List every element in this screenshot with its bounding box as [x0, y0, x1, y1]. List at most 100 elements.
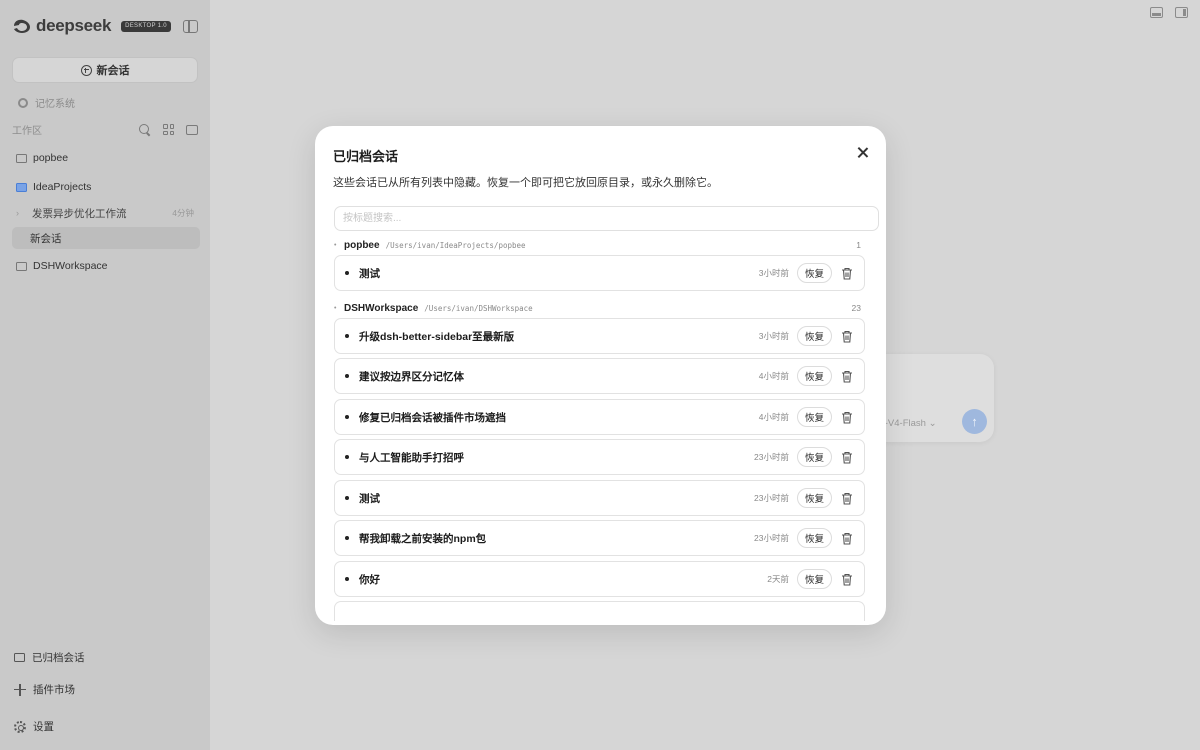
archived-item: 升级dsh-better-sidebar至最新版 3小时前 恢复 [334, 318, 865, 354]
sidebar-toggle-icon[interactable] [183, 20, 198, 33]
archived-item-partial [334, 601, 865, 621]
group-name: DSHWorkspace [344, 302, 419, 314]
window-controls [1150, 7, 1188, 18]
send-button[interactable]: ↑ [962, 409, 987, 434]
grid-icon[interactable] [163, 124, 174, 135]
item-bullet [345, 271, 349, 275]
item-title: 修复已归档会话被插件市场遮挡 [359, 411, 506, 424]
memory-icon [18, 97, 28, 108]
new-chat-label: 新会话 [96, 65, 130, 77]
memory-label: 记忆系统 [35, 99, 75, 110]
folder-icon [16, 153, 27, 163]
trash-icon[interactable] [840, 329, 854, 343]
item-bullet [345, 496, 349, 500]
tree-session-label: 发票异步优化工作流 [32, 207, 127, 220]
item-time: 23小时前 [754, 493, 789, 503]
group-count: 1 [856, 240, 861, 250]
restore-button[interactable]: 恢复 [797, 447, 832, 467]
item-bullet [345, 536, 349, 540]
item-time: 4小时前 [758, 371, 789, 381]
search-input[interactable] [334, 206, 879, 231]
restore-button[interactable]: 恢复 [797, 407, 832, 427]
trash-icon[interactable] [840, 450, 854, 464]
item-title: 升级dsh-better-sidebar至最新版 [359, 330, 515, 343]
settings-link[interactable]: 设置 [14, 719, 54, 734]
item-bullet [345, 374, 349, 378]
item-title: 测试 [359, 267, 380, 280]
item-title: 建议按边界区分记忆体 [359, 370, 464, 383]
archived-item: 测试 3小时前 恢复 [334, 255, 865, 291]
modal-title: 已归档会话 [333, 149, 399, 164]
item-time: 3小时前 [758, 331, 789, 341]
tree-session-invoice[interactable]: › 发票异步优化工作流 4分钟 [12, 202, 200, 224]
tree-session-label: 新会话 [30, 232, 62, 245]
tree-session-selected[interactable]: 新会话 [12, 227, 200, 249]
item-time: 4小时前 [758, 412, 789, 422]
folder-icon [16, 261, 27, 271]
trash-icon[interactable] [840, 531, 854, 545]
item-title: 测试 [359, 492, 380, 505]
trash-icon[interactable] [840, 369, 854, 383]
archive-icon [14, 653, 25, 662]
item-time: 3小时前 [758, 268, 789, 278]
tree-folder-dshworkspace[interactable]: DSHWorkspace [12, 255, 200, 277]
model-selector[interactable]: k-V4-Flash ⌄ [880, 418, 937, 429]
restore-button[interactable]: 恢复 [797, 488, 832, 508]
item-time: 2天前 [767, 574, 789, 584]
restore-button[interactable]: 恢复 [797, 366, 832, 386]
trash-icon[interactable] [840, 266, 854, 280]
panel-right-icon[interactable] [1175, 7, 1188, 18]
tree-folder-label: popbee [33, 152, 69, 164]
group-path: /Users/ivan/DSHWorkspace [424, 303, 533, 313]
tree-folder-popbee[interactable]: popbee [12, 147, 200, 169]
item-title: 帮我卸载之前安装的npm包 [359, 532, 487, 545]
modal-description: 这些会话已从所有列表中隐藏。恢复一个即可把它放回原目录，或永久删除它。 [333, 177, 718, 189]
search-icon[interactable] [139, 123, 151, 136]
gear-icon [14, 720, 26, 733]
item-bullet [345, 577, 349, 581]
trash-icon[interactable] [840, 410, 854, 424]
item-bullet [345, 334, 349, 338]
sidebar: deepseek DESKTOP 1.0 新会话 记忆系统 工作区 popbee… [0, 0, 210, 750]
folder-open-icon [16, 182, 27, 192]
item-bullet [345, 415, 349, 419]
restore-button[interactable]: 恢复 [797, 263, 832, 283]
archived-item: 修复已归档会话被插件市场遮挡 4小时前 恢复 [334, 399, 865, 435]
archived-sessions-link[interactable]: 已归档会话 [14, 650, 85, 665]
panel-bottom-icon[interactable] [1150, 7, 1163, 18]
item-time: 23小时前 [754, 452, 789, 462]
archived-item: 与人工智能助手打招呼 23小时前 恢复 [334, 439, 865, 475]
tree-folder-ideaprojects[interactable]: IdeaProjects [12, 176, 200, 198]
archived-sessions-modal: 已归档会话 这些会话已从所有列表中隐藏。恢复一个即可把它放回原目录，或永久删除它… [315, 126, 886, 625]
workspace-label: 工作区 [12, 126, 42, 137]
workspace-header: 工作区 [12, 122, 198, 137]
logo-text: deepseek [36, 16, 112, 35]
settings-label: 设置 [33, 721, 54, 733]
plugin-icon [14, 683, 26, 696]
restore-button[interactable]: 恢复 [797, 326, 832, 346]
plugins-label: 插件市场 [33, 684, 75, 696]
item-title: 与人工智能助手打招呼 [359, 451, 464, 464]
trash-icon[interactable] [840, 572, 854, 586]
tree-folder-label: DSHWorkspace [33, 260, 108, 272]
memory-system-link[interactable]: 记忆系统 [18, 95, 75, 110]
new-chat-button[interactable]: 新会话 [12, 57, 198, 83]
archived-label: 已归档会话 [32, 652, 85, 664]
restore-button[interactable]: 恢复 [797, 569, 832, 589]
tree-session-time: 4分钟 [172, 208, 194, 218]
item-title: 你好 [359, 573, 380, 586]
add-folder-icon[interactable] [186, 124, 198, 135]
archived-item: 建议按边界区分记忆体 4小时前 恢复 [334, 358, 865, 394]
group-dot: • [334, 304, 337, 312]
item-time: 23小时前 [754, 533, 789, 543]
group-dot: • [334, 241, 337, 249]
archived-item: 测试 23小时前 恢复 [334, 480, 865, 516]
group-path: /Users/ivan/IdeaProjects/popbee [385, 240, 526, 250]
plus-circle-icon [80, 64, 92, 76]
trash-icon[interactable] [840, 491, 854, 505]
tree-folder-label: IdeaProjects [33, 181, 92, 193]
close-icon[interactable] [856, 146, 870, 160]
group-header: • popbee /Users/ivan/IdeaProjects/popbee… [334, 238, 861, 252]
restore-button[interactable]: 恢复 [797, 528, 832, 548]
plugin-market-link[interactable]: 插件市场 [14, 682, 75, 697]
